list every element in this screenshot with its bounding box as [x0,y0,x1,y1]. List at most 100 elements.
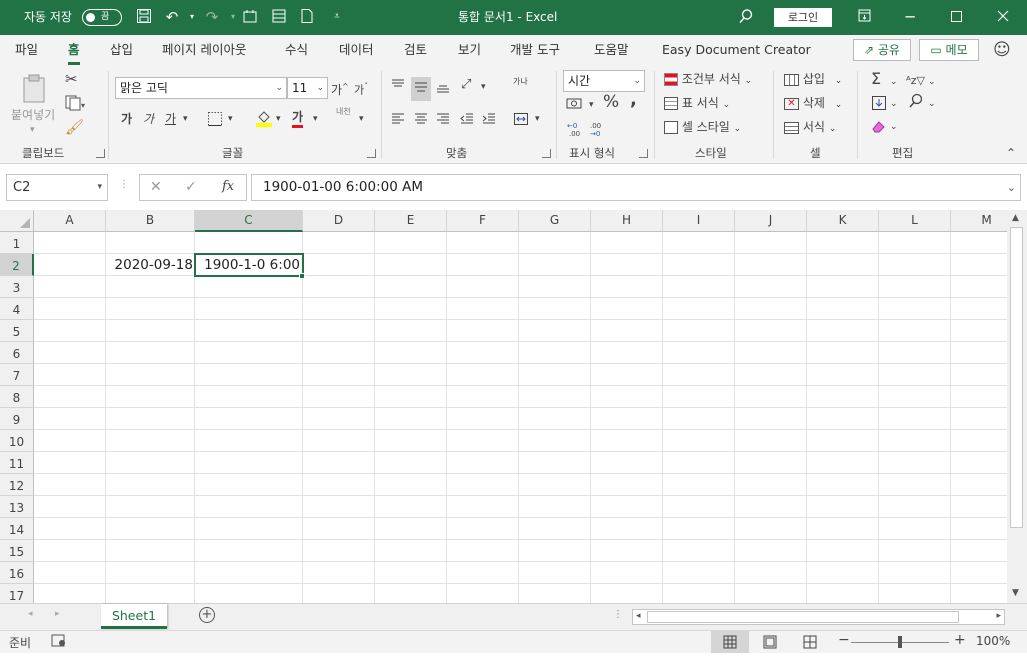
font-launcher-icon[interactable] [367,149,376,158]
row-header-6[interactable]: 6 [0,342,34,364]
bold-button[interactable]: 가 [121,111,132,127]
phonetic-dropdown-icon[interactable]: ▾ [359,111,364,127]
zoom-out-icon[interactable]: − [838,632,850,648]
maximize-icon[interactable] [933,0,979,35]
underline-dropdown-icon[interactable]: ▾ [183,111,188,127]
autosum-icon[interactable]: Σ [871,71,881,87]
delete-cells-button[interactable]: ✕ 삭제 ⌄ [784,95,842,113]
find-select-dropdown-icon[interactable]: ⌄ [928,96,936,112]
row-header-11[interactable]: 11 [0,452,34,474]
column-header-K[interactable]: K [807,210,879,232]
border-icon[interactable] [207,111,223,131]
increase-indent-icon[interactable] [481,111,497,131]
percent-button[interactable]: % [603,94,619,111]
column-header-B[interactable]: B [106,210,195,232]
row-header-12[interactable]: 12 [0,474,34,496]
column-header-G[interactable]: G [519,210,591,232]
minimize-icon[interactable]: ─ [887,0,933,35]
expand-formula-icon[interactable]: ⌄ [1007,175,1016,200]
font-size-select[interactable]: 11 ⌄ [287,77,328,99]
tab-developer[interactable]: 개발 도구 [510,35,560,65]
border-dropdown-icon[interactable]: ▾ [228,111,233,127]
italic-button[interactable]: 가 [143,111,154,127]
scroll-up-icon[interactable]: ▲ [1012,213,1019,223]
column-header-L[interactable]: L [879,210,951,232]
align-top-icon[interactable] [390,77,406,97]
fill-color-icon[interactable] [255,109,273,131]
insert-cells-button[interactable]: 삽입 ⌄ [784,71,842,89]
align-right-icon[interactable] [435,111,451,131]
autosave-toggle[interactable]: 끔 [82,9,122,26]
align-center-icon[interactable] [413,111,429,131]
merge-dropdown-icon[interactable]: ▾ [535,111,540,127]
save-icon[interactable] [135,8,153,26]
clipboard-launcher-icon[interactable] [96,149,105,158]
currency-icon[interactable] [566,97,584,115]
row-header-8[interactable]: 8 [0,386,34,408]
cancel-icon[interactable]: ✕ [150,179,162,195]
scroll-down-icon[interactable]: ▼ [1012,588,1019,598]
tab-easy-document-creator[interactable]: Easy Document Creator [662,35,811,65]
cell-B2[interactable]: 2020-09-18 [107,254,195,276]
cut-icon[interactable]: ✂ [65,71,78,87]
fill-handle[interactable] [299,273,305,279]
normal-view-icon[interactable] [711,631,749,653]
more-options-icon[interactable]: ⋮ [613,609,623,620]
row-header-15[interactable]: 15 [0,540,34,562]
tab-file[interactable]: 파일 [15,35,38,65]
search-icon[interactable] [737,8,755,26]
form-icon[interactable] [270,8,288,26]
macro-record-icon[interactable] [51,634,67,651]
customize-qat-icon[interactable]: ⩡ [328,8,346,26]
sheet-tab-sheet1[interactable]: Sheet1 [101,604,167,629]
horizontal-scroll-thumb[interactable] [647,611,959,623]
column-header-F[interactable]: F [447,210,519,232]
undo-dropdown-icon[interactable]: ▾ [183,8,201,26]
tab-insert[interactable]: 삽입 [110,35,133,65]
currency-dropdown-icon[interactable]: ▾ [589,97,594,113]
format-cells-button[interactable]: 서식 ⌄ [784,119,836,137]
zoom-in-icon[interactable]: + [954,632,966,648]
shrink-font-button[interactable]: 가ˇ [354,79,368,99]
align-left-icon[interactable] [390,111,406,131]
column-header-A[interactable]: A [34,210,106,232]
column-header-H[interactable]: H [591,210,663,232]
increase-decimal-icon[interactable]: ←0.00 [566,120,584,142]
tab-data[interactable]: 데이터 [339,35,374,65]
worksheet-grid[interactable]: ABCDEFGHIJKLM 1 2 3 4 5 6 7 8 9 10 11 12 13 14 15 16 17 … [0,210,1027,606]
scroll-right-icon[interactable]: ▸ [996,611,1001,621]
horizontal-scrollbar[interactable]: ◂ ▸ [632,609,1005,625]
insert-function-button[interactable]: fx [222,179,234,194]
decrease-indent-icon[interactable] [459,111,475,131]
find-select-icon[interactable] [908,93,924,113]
ribbon-display-icon[interactable] [841,0,887,35]
orientation-dropdown-icon[interactable]: ▾ [481,79,486,95]
column-header-I[interactable]: I [663,210,735,232]
row-header-1[interactable]: 1 [0,232,34,254]
zoom-slider-thumb[interactable] [898,636,902,648]
login-button[interactable]: 로그인 [774,8,832,27]
row-header-2[interactable]: 2 [0,254,34,276]
column-header-D[interactable]: D [303,210,375,232]
column-header-J[interactable]: J [735,210,807,232]
enter-icon[interactable]: ✓ [185,179,197,195]
font-name-select[interactable]: 맑은 고딕 ⌄ [115,77,287,99]
row-header-5[interactable]: 5 [0,320,34,342]
formula-input[interactable]: 1900-01-00 6:00:00 AM ⌄ [251,174,1021,201]
vertical-scrollbar[interactable]: ▲ ▼ [1007,210,1027,603]
row-header-9[interactable]: 9 [0,408,34,430]
orientation-icon[interactable]: ⤢ [461,77,471,93]
sort-filter-dropdown-icon[interactable]: ⌄ [928,74,936,90]
merge-center-icon[interactable] [513,111,529,131]
number-launcher-icon[interactable] [639,149,648,158]
close-icon[interactable] [980,0,1026,35]
more-options-icon[interactable]: ⋮ [119,179,129,190]
add-sheet-icon[interactable]: + [199,607,215,623]
tab-review[interactable]: 검토 [404,35,427,65]
format-painter-icon[interactable]: 🖌 [65,119,84,135]
prev-sheet-icon[interactable]: ◂ [28,609,33,619]
row-header-10[interactable]: 10 [0,430,34,452]
copy-icon[interactable]: ▾ [65,95,85,115]
fill-dropdown-icon[interactable]: ⌄ [890,96,898,112]
font-color-dropdown-icon[interactable]: ▾ [313,111,318,127]
